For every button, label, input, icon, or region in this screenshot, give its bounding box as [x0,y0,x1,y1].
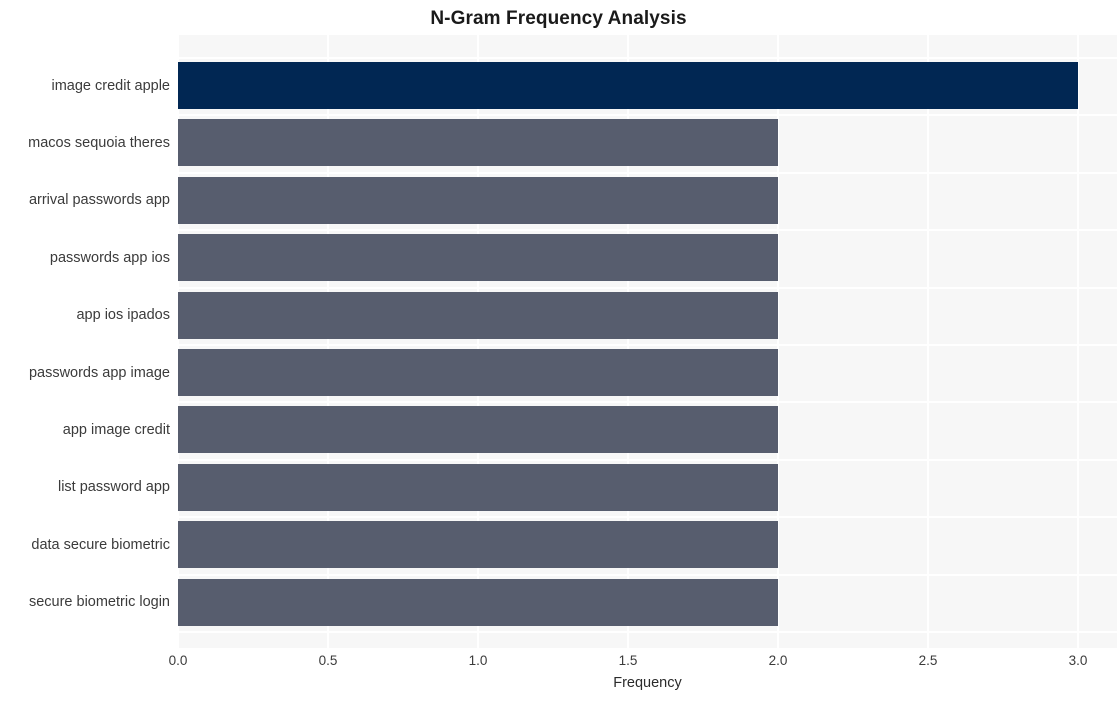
y-axis-tick-label: secure biometric login [28,594,170,611]
ngram-frequency-chart: N-Gram Frequency Analysis image credit a… [0,0,1117,701]
x-axis-tick-label: 1.0 [468,653,488,668]
bar [178,234,778,282]
y-axis-labels: image credit apple macos sequoia theres ar… [0,35,170,648]
plot-area [178,35,1117,648]
bar [178,349,778,396]
y-axis-tick-label: passwords app ios [49,249,170,266]
y-axis-tick-label: data secure biometric [31,536,170,553]
bar [178,176,778,224]
bar [178,291,778,339]
bar [178,406,778,454]
x-axis-title: Frequency [613,675,682,691]
y-axis-tick-label: app image credit [62,421,170,438]
bars-layer [178,35,1117,648]
bar [178,463,778,511]
y-axis-tick-label: passwords app image [28,364,170,381]
bar [178,578,778,626]
y-axis-tick-label: arrival passwords app [28,192,170,209]
chart-title: N-Gram Frequency Analysis [430,8,687,29]
x-axis-tick-label: 0.0 [168,653,188,668]
x-axis-tick-labels: 0.0 0.5 1.0 1.5 2.0 2.5 3.0 [169,652,1117,672]
x-axis-tick-label: 1.5 [618,653,638,668]
x-axis-tick-label: 0.5 [318,653,338,668]
y-axis-tick-label: macos sequoia theres [28,134,170,151]
x-axis-tick-label: 3.0 [1068,653,1088,668]
x-axis-tick-label: 2.0 [768,653,788,668]
x-axis-tick-label: 2.5 [918,653,938,668]
bar [178,521,778,569]
y-axis-tick-label: list password app [57,479,170,496]
bar [178,119,778,167]
y-axis-tick-label: app ios ipados [76,307,170,324]
bar [178,62,1078,109]
y-axis-tick-label: image credit apple [51,77,171,94]
